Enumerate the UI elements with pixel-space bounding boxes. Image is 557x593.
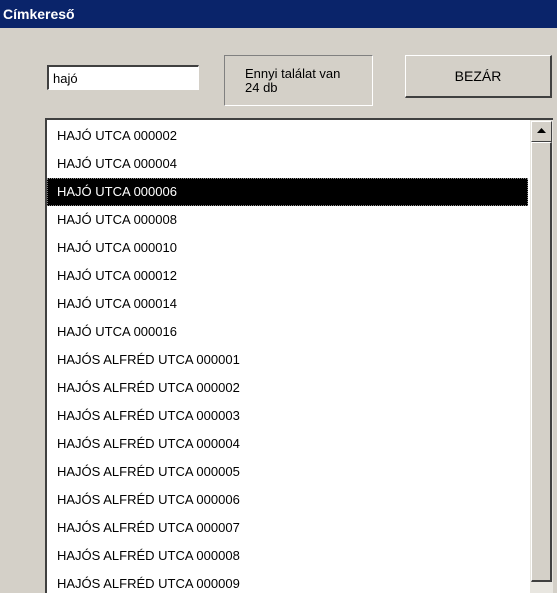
list-item[interactable]: HAJÓS ALFRÉD UTCA 000004	[47, 430, 528, 458]
result-count-box: Ennyi találat van 24 db	[224, 55, 373, 106]
result-count-label: Ennyi találat van	[245, 66, 341, 81]
list-item[interactable]: HAJÓS ALFRÉD UTCA 000005	[47, 458, 528, 486]
scroll-thumb[interactable]	[531, 142, 552, 582]
window-title: Címkereső	[3, 6, 75, 22]
list-item[interactable]: HAJÓ UTCA 000016	[47, 318, 528, 346]
list-item[interactable]: HAJÓ UTCA 000002	[47, 122, 528, 150]
scroll-up-button[interactable]	[531, 121, 552, 142]
list-item[interactable]: HAJÓS ALFRÉD UTCA 000009	[47, 570, 528, 593]
list-item[interactable]: HAJÓ UTCA 000012	[47, 262, 528, 290]
list-item[interactable]: HAJÓ UTCA 000014	[47, 290, 528, 318]
list-item[interactable]: HAJÓ UTCA 000006	[47, 178, 528, 206]
result-count-value: 24 db	[245, 80, 278, 95]
list-item[interactable]: HAJÓS ALFRÉD UTCA 000001	[47, 346, 528, 374]
list-item[interactable]: HAJÓS ALFRÉD UTCA 000002	[47, 374, 528, 402]
list-item[interactable]: HAJÓ UTCA 000008	[47, 206, 528, 234]
list-item[interactable]: HAJÓS ALFRÉD UTCA 000003	[47, 402, 528, 430]
list-item[interactable]: HAJÓ UTCA 000010	[47, 234, 528, 262]
list-item[interactable]: HAJÓ UTCA 000004	[47, 150, 528, 178]
list-item[interactable]: HAJÓS ALFRÉD UTCA 000006	[47, 486, 528, 514]
up-arrow-icon	[537, 128, 546, 133]
close-button[interactable]: BEZÁR	[405, 55, 552, 98]
search-input[interactable]	[47, 65, 199, 90]
results-list: HAJÓ UTCA 000002 HAJÓ UTCA 000004 HAJÓ UTC…	[47, 122, 528, 593]
list-item[interactable]: HAJÓS ALFRÉD UTCA 000007	[47, 514, 528, 542]
vertical-scrollbar[interactable]	[530, 120, 553, 593]
window-title-bar: Címkereső	[0, 0, 557, 28]
results-listbox[interactable]: HAJÓ UTCA 000002 HAJÓ UTCA 000004 HAJÓ UTC…	[45, 118, 553, 593]
list-item[interactable]: HAJÓS ALFRÉD UTCA 000008	[47, 542, 528, 570]
